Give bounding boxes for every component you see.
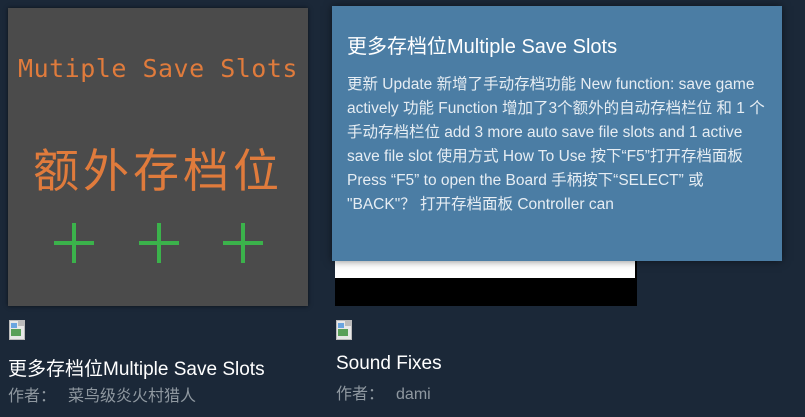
broken-image-icon <box>336 320 354 340</box>
author-line: 作者： dami <box>336 380 431 404</box>
thumbnail-title-cn: 额外存档位 <box>33 144 283 198</box>
item-title-link[interactable]: Sound Fixes <box>336 353 442 375</box>
author-name-link[interactable]: dami <box>396 386 431 403</box>
tooltip-title: 更多存档位Multiple Save Slots <box>347 36 618 58</box>
item-thumbnail[interactable]: Mutiple Save Slots 额外存档位 <box>8 8 308 306</box>
plus-icon <box>223 223 263 263</box>
plus-icon <box>54 223 94 263</box>
author-label: 作者： <box>8 388 57 405</box>
item-title-link[interactable]: 更多存档位Multiple Save Slots <box>8 354 265 381</box>
author-label: 作者： <box>336 386 385 403</box>
author-name-link[interactable]: 菜鸟级炎火村猎人 <box>68 388 196 405</box>
broken-image-icon <box>9 320 27 340</box>
thumbnail-title-en: Mutiple Save Slots <box>18 54 298 83</box>
workshop-item-card[interactable]: Mutiple Save Slots 额外存档位 更多存档位Multiple S… <box>0 0 315 417</box>
plus-icon <box>139 223 179 263</box>
author-line: 作者： 菜鸟级炎火村猎人 <box>8 382 196 406</box>
tooltip-description: 更新 Update 新增了手动存档功能 New function: save g… <box>347 76 765 213</box>
plus-row <box>8 223 308 271</box>
item-hover-tooltip: 更多存档位Multiple Save Slots 更新 Update 新增了手动… <box>332 6 782 261</box>
